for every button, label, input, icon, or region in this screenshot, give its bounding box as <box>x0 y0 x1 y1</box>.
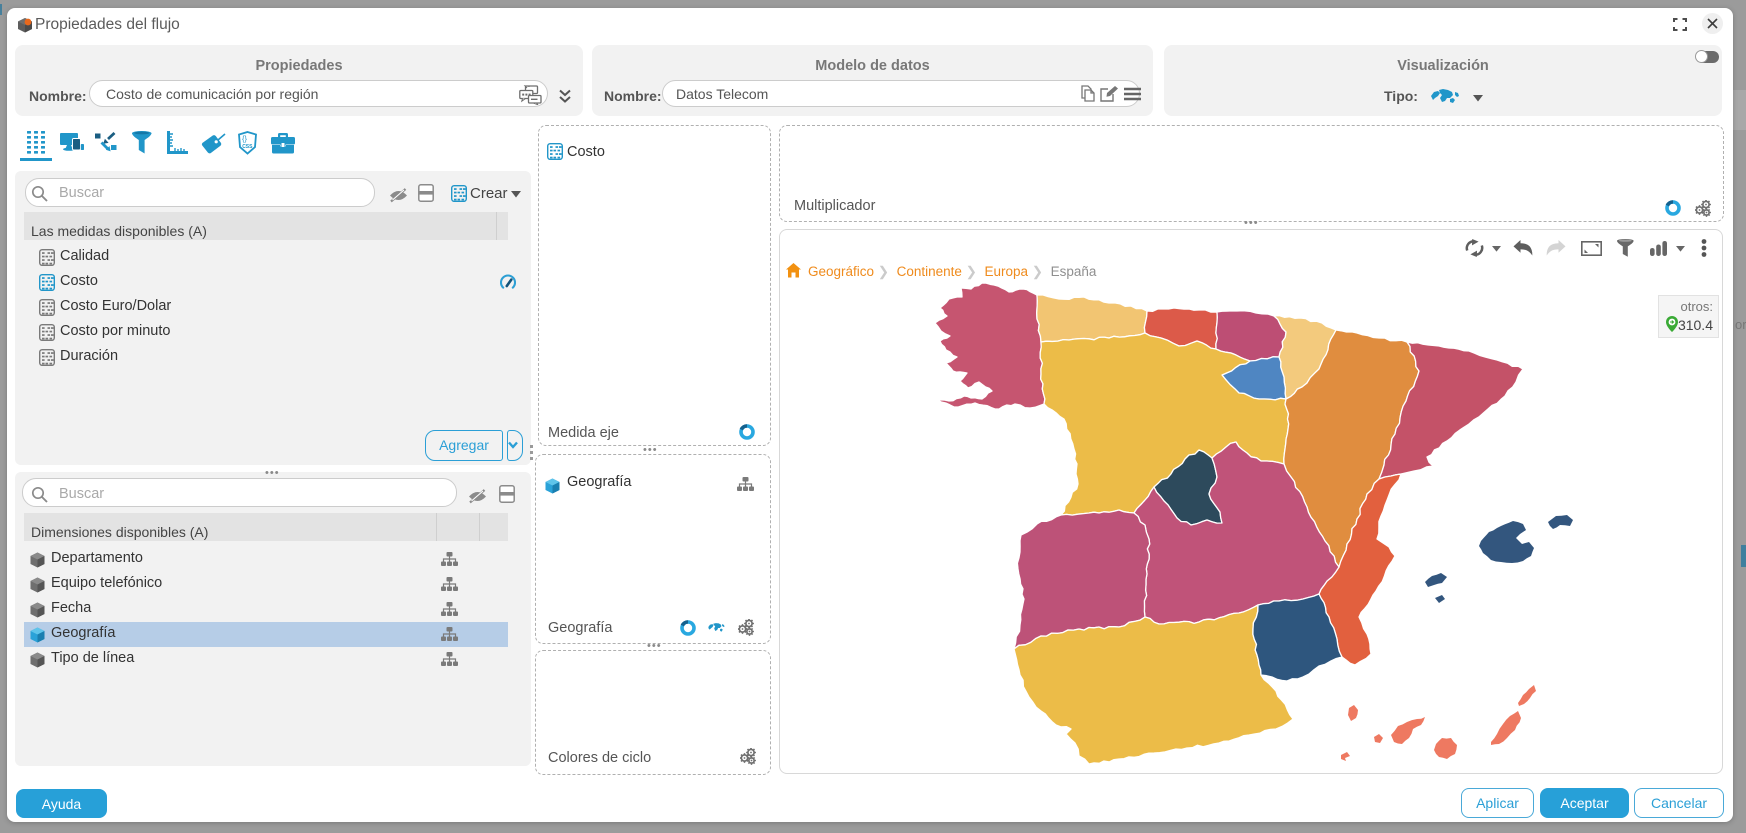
svg-text:CSS: CSS <box>242 144 253 150</box>
svg-text:{}: {} <box>242 134 248 143</box>
